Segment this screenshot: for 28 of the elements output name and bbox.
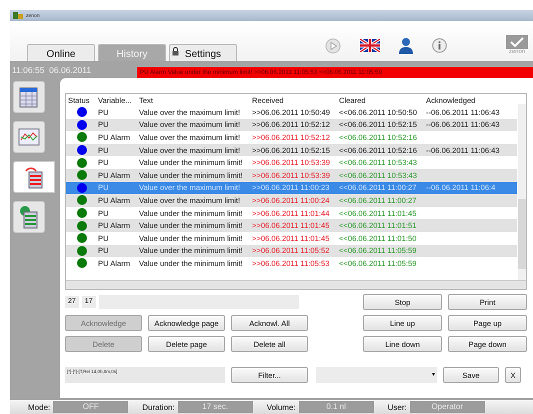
user-icon[interactable] (399, 37, 413, 54)
sidebar-item[interactable] (13, 121, 45, 153)
event-list-icon (19, 205, 39, 229)
status-label: User: (388, 402, 407, 412)
vertical-scrollbar[interactable] (518, 104, 526, 280)
status-value: 0.1 nl (298, 401, 374, 413)
horizontal-scrollbar[interactable] (66, 280, 526, 289)
lock-icon (172, 47, 179, 56)
sidebar-item[interactable] (13, 161, 55, 193)
sidebar-item[interactable] (13, 81, 45, 113)
flag-icon[interactable] (360, 39, 380, 52)
table-icon (19, 86, 39, 108)
status-value: Operator (410, 401, 485, 413)
tab[interactable]: Settings (169, 44, 237, 61)
alarm-list-icon (24, 165, 44, 189)
chart-icon (18, 128, 40, 146)
status-label: Mode: (28, 402, 50, 412)
check-icon (506, 35, 528, 49)
play-icon[interactable] (325, 38, 341, 54)
tab[interactable]: Online (27, 44, 95, 61)
status-value: 17 sec. (178, 401, 253, 413)
status-label: Duration: (142, 402, 175, 412)
clock: 11:06:55 06.06.2011 (11, 64, 92, 74)
app-icon (13, 12, 23, 19)
status-label: Volume: (266, 402, 296, 412)
status-value: OFF (53, 401, 128, 413)
sidebar-item[interactable] (13, 201, 45, 233)
info-icon[interactable] (432, 38, 447, 53)
